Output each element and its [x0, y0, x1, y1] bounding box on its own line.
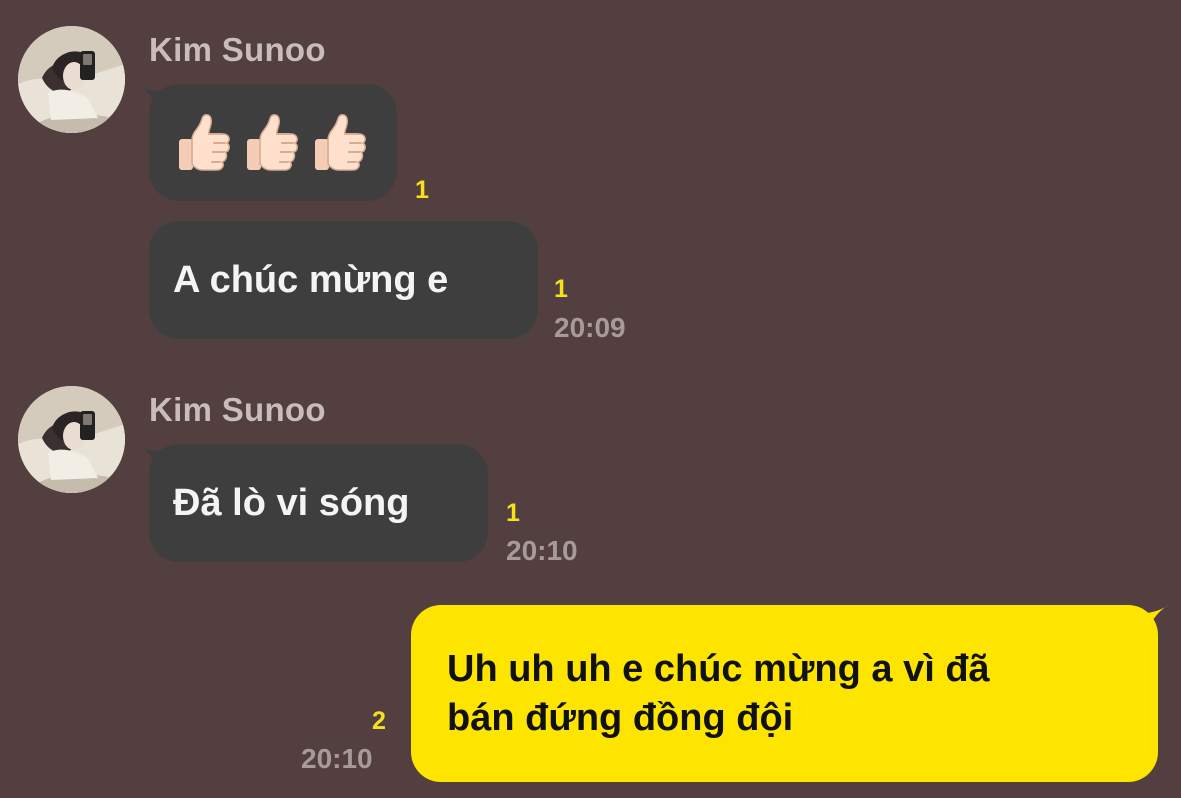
bubble-tail — [1147, 605, 1169, 629]
emoji-group — [174, 112, 370, 174]
message-bubble[interactable] — [149, 84, 397, 201]
profile-photo — [18, 386, 125, 493]
thumbs-up-icon — [179, 113, 230, 171]
message-time: 20:09 — [554, 312, 626, 343]
sender-name: Kim Sunoo — [149, 31, 326, 68]
unread-count: 1 — [506, 499, 520, 527]
message-text: Đã lò vi sóng — [173, 481, 410, 524]
sent-message-line: bán đứng đồng đội — [447, 696, 794, 739]
message-bubble[interactable]: A chúc mừng e — [149, 221, 538, 339]
thumbs-up-icon — [247, 113, 298, 171]
message-bubble[interactable]: Đã lò vi sóng — [149, 444, 488, 562]
chat-thread: Kim Sunoo 1 A chúc mừng e 1 20:09 Kim Su… — [0, 0, 1181, 798]
sent-message-text: Uh uh uh e chúc mừng a vì đã bán đứng đồ… — [447, 645, 990, 743]
sent-message-bubble[interactable]: Uh uh uh e chúc mừng a vì đã bán đứng đồ… — [411, 605, 1158, 782]
avatar[interactable] — [18, 386, 125, 493]
message-text: A chúc mừng e — [173, 258, 449, 301]
unread-count: 2 — [372, 707, 386, 735]
message-time: 20:10 — [301, 743, 373, 774]
thumbs-up-icon — [315, 113, 366, 171]
unread-count: 1 — [415, 176, 429, 204]
message-time: 20:10 — [506, 535, 578, 566]
unread-count: 1 — [554, 275, 568, 303]
sent-message-line: Uh uh uh e chúc mừng a vì đã — [447, 647, 990, 690]
avatar[interactable] — [18, 26, 125, 133]
sender-name: Kim Sunoo — [149, 391, 326, 428]
profile-photo — [18, 26, 125, 133]
